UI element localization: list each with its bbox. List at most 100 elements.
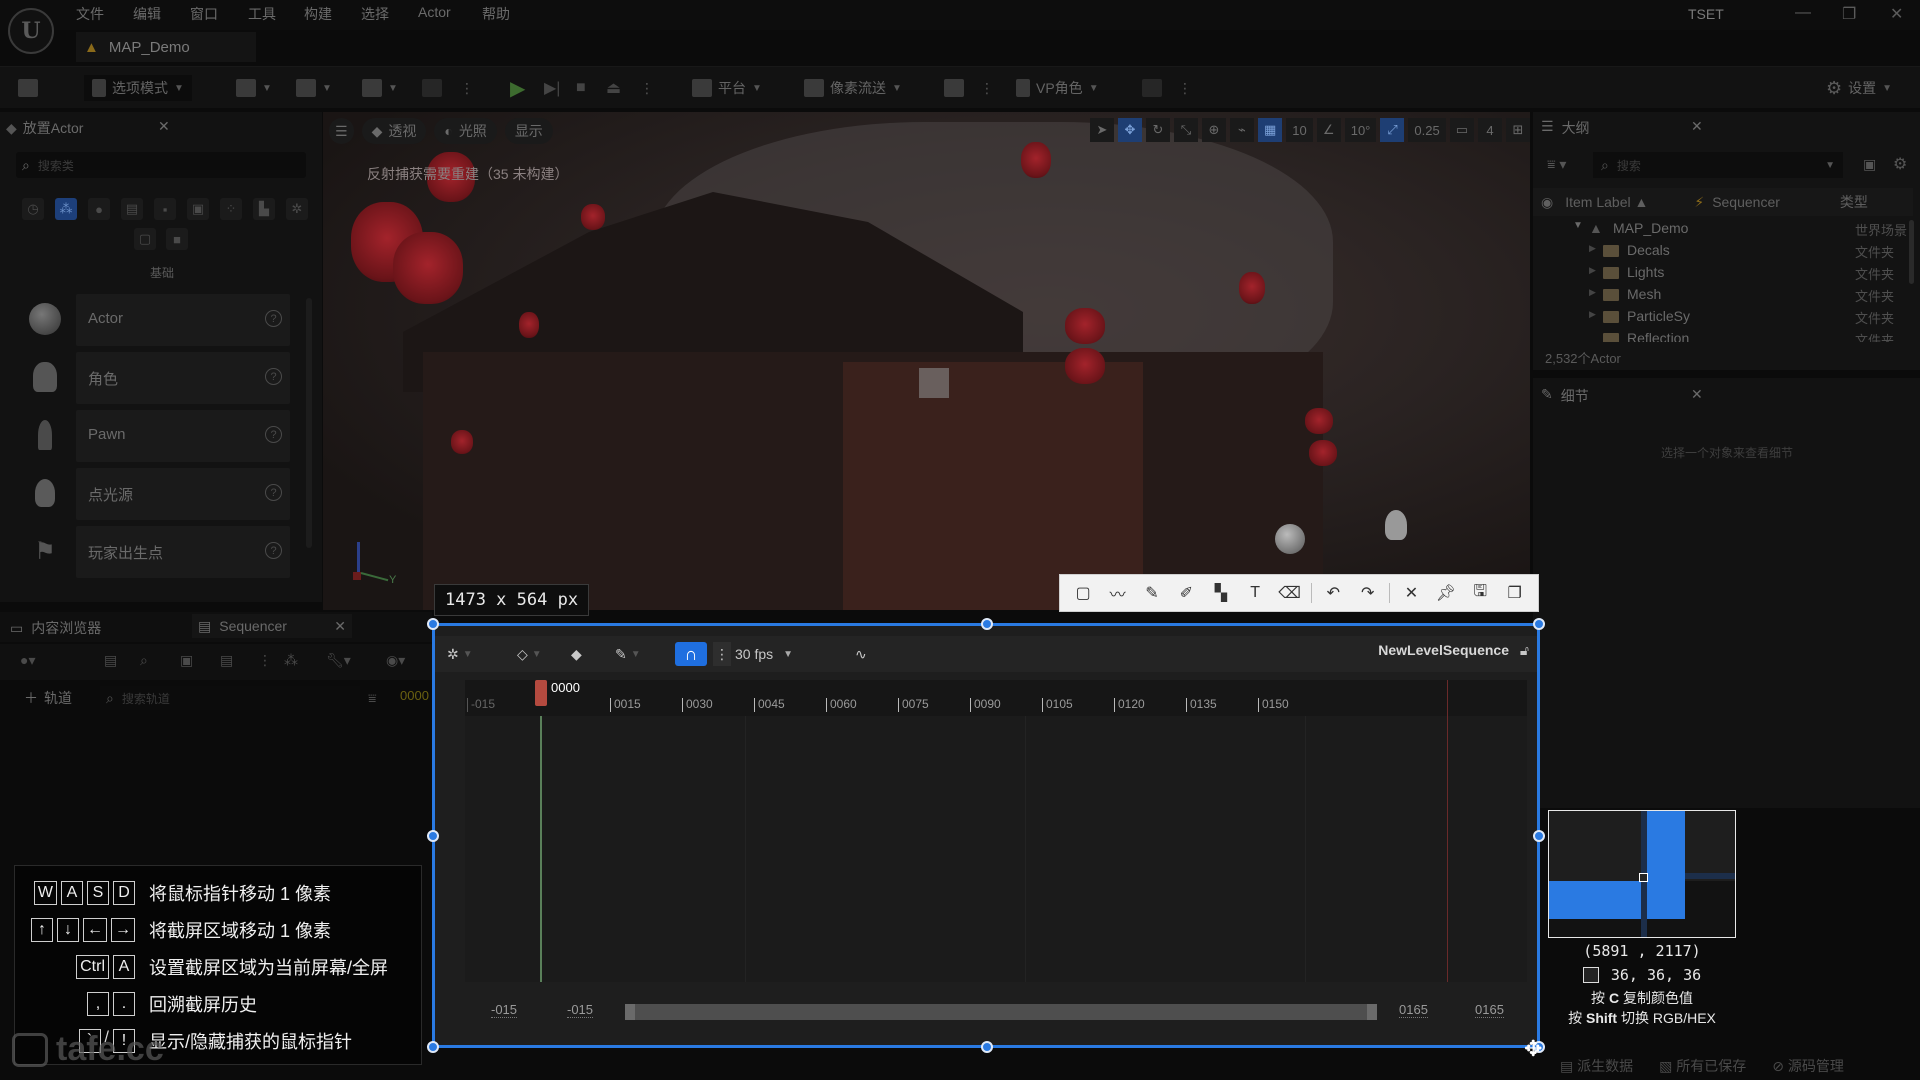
perspective-button[interactable]: ◆ 透视 bbox=[361, 118, 427, 144]
outliner-search[interactable]: ⌕ 搜索 ▼ bbox=[1593, 152, 1843, 178]
track-area[interactable] bbox=[465, 716, 1527, 982]
unreal-logo-icon[interactable]: U bbox=[8, 8, 54, 54]
mode-select[interactable]: 选项模式 ▼ bbox=[84, 75, 192, 101]
current-frame[interactable]: 0000 bbox=[400, 688, 429, 703]
timeline-scrollbar[interactable] bbox=[625, 1004, 1377, 1020]
grid-snap-icon[interactable]: ▦ bbox=[1257, 118, 1283, 142]
camera-speed-value[interactable]: 4 bbox=[1478, 118, 1502, 142]
lit-button[interactable]: ◐ 光照 bbox=[434, 118, 497, 144]
scale-snap-icon[interactable]: ⤢ bbox=[1380, 118, 1405, 142]
expand-icon[interactable]: ▶ bbox=[1589, 287, 1596, 298]
viewport-menu-button[interactable]: ☰ bbox=[329, 118, 354, 144]
level-tab[interactable]: ▲ MAP_Demo bbox=[76, 32, 256, 62]
key-type-button[interactable]: ◇ ▼ bbox=[517, 642, 542, 666]
place-actors-search[interactable]: ⌕ 搜索类 bbox=[16, 152, 306, 178]
undo-icon[interactable]: ↶ bbox=[1320, 583, 1346, 603]
layout-button[interactable] bbox=[1142, 75, 1162, 101]
rotate-icon[interactable]: ↻ bbox=[1145, 118, 1170, 142]
modeling-button[interactable] bbox=[422, 75, 442, 101]
redo-icon[interactable]: ↷ bbox=[1355, 583, 1381, 603]
lock-icon[interactable]: 🔓︎ bbox=[1520, 642, 1529, 659]
menu-edit[interactable]: 编辑 bbox=[133, 4, 161, 24]
angle-snap-icon[interactable]: ∠ bbox=[1316, 118, 1341, 142]
resize-handle-top[interactable] bbox=[981, 618, 993, 630]
camera-actor-icon[interactable] bbox=[919, 368, 949, 398]
close-icon[interactable]: ✕ bbox=[334, 618, 346, 635]
blueprint-button[interactable]: ▼ bbox=[296, 75, 332, 101]
all-classes-icon[interactable]: ▙ bbox=[253, 198, 275, 220]
cinematics-button[interactable]: ▼ bbox=[362, 75, 398, 101]
menu-build[interactable]: 构建 bbox=[304, 4, 332, 24]
camera-icon[interactable]: ▣ bbox=[180, 652, 193, 669]
menu-select[interactable]: 选择 bbox=[361, 4, 389, 24]
play-options-icon[interactable]: ⋮ bbox=[640, 75, 654, 101]
resize-handle-bottom[interactable] bbox=[981, 1041, 993, 1053]
more-icon[interactable]: ⋮ bbox=[980, 75, 994, 101]
eraser-icon[interactable]: ⌫ bbox=[1277, 583, 1303, 603]
fps-select[interactable]: 30 fps ▼ bbox=[735, 642, 793, 666]
capture-selection[interactable]: ✲ ▼ ◇ ▼ ◆ ✎ ▼ ∩ ⋮ 30 fps ▼ ∿ NewLevelSequenc… bbox=[427, 618, 1545, 1053]
multi-user-button[interactable] bbox=[944, 75, 964, 101]
world-local-icon[interactable]: ⊕ bbox=[1201, 118, 1226, 142]
find-in-browser-icon[interactable]: ⌕ bbox=[140, 652, 148, 669]
details-tab[interactable]: ✎ 细节 bbox=[1541, 386, 1589, 406]
auto-key-button[interactable]: ✲ ▼ bbox=[447, 642, 473, 666]
outliner-tab[interactable]: ☰ 大纲 bbox=[1541, 118, 1590, 138]
resize-handle-right[interactable] bbox=[1533, 830, 1545, 842]
camera-speed-icon[interactable]: ▭ bbox=[1449, 118, 1474, 142]
view-range-start[interactable]: -015 bbox=[491, 1002, 518, 1018]
settings-button[interactable]: ⚙ 设置 ▼ bbox=[1826, 75, 1892, 101]
sequence-name[interactable]: NewLevelSequence bbox=[1378, 642, 1509, 658]
grid-snap-value[interactable]: 10 bbox=[1286, 118, 1313, 142]
curve-editor-button[interactable]: ∿ bbox=[855, 642, 867, 666]
tab-content-browser[interactable]: ▭ 内容浏览器 bbox=[10, 618, 101, 638]
scrollbar-left-handle[interactable] bbox=[625, 1004, 635, 1020]
edit-tool-button[interactable]: ✎ ▼ bbox=[615, 642, 641, 666]
actions-icon[interactable]: ⁂ bbox=[284, 652, 298, 669]
tree-row[interactable]: ▶ ParticleSy 文件夹 bbox=[1533, 306, 1913, 328]
menu-tools[interactable]: 工具 bbox=[248, 4, 276, 24]
render-icon[interactable]: ▤ bbox=[220, 652, 233, 669]
working-range-start[interactable]: -015 bbox=[567, 1002, 594, 1018]
actor-item[interactable]: Actor ? bbox=[0, 292, 300, 346]
visual-effects-icon[interactable]: ▪ bbox=[154, 198, 176, 220]
more-icon[interactable]: ⋮ bbox=[1178, 75, 1192, 101]
eject-button[interactable]: ⏏ bbox=[606, 75, 621, 101]
filter-icon[interactable]: ⩸ ▾ bbox=[1547, 156, 1566, 173]
marker-icon[interactable]: ✐ bbox=[1173, 583, 1199, 603]
resize-handle-left[interactable] bbox=[427, 830, 439, 842]
close-button[interactable]: ✕ bbox=[1890, 4, 1903, 24]
gear-icon[interactable]: ⚙ bbox=[1893, 154, 1907, 174]
save-icon[interactable]: 🖫 bbox=[1467, 580, 1493, 607]
vp-role-button[interactable]: VP角色 ▼ bbox=[1016, 75, 1099, 101]
expand-icon[interactable]: ▶ bbox=[1589, 265, 1596, 276]
stop-button[interactable]: ■ bbox=[576, 75, 586, 101]
eye-icon[interactable]: ◉▾ bbox=[386, 652, 405, 669]
source-control-button[interactable]: ⊘ 源码管理 bbox=[1772, 1056, 1844, 1076]
add-track-button[interactable]: ＋ 轨道 bbox=[24, 688, 72, 708]
expand-icon[interactable]: ▶ bbox=[1589, 309, 1596, 320]
track-search[interactable]: ⌕ 搜索轨道 bbox=[100, 686, 360, 710]
scale-icon[interactable]: ⤡ bbox=[1173, 118, 1198, 142]
filter-icon[interactable]: ⩸ bbox=[368, 690, 377, 707]
add-folder-icon[interactable]: ▣ bbox=[1863, 156, 1876, 173]
resize-handle-top-right[interactable] bbox=[1533, 618, 1545, 630]
pen-icon[interactable]: 〰 bbox=[1105, 581, 1131, 605]
sphere-actor-icon[interactable] bbox=[1275, 524, 1305, 554]
actor-item[interactable]: Pawn ? bbox=[0, 408, 300, 462]
derived-data-button[interactable]: ▤ 派生数据 bbox=[1560, 1056, 1633, 1076]
pin-icon[interactable]: 📌︎ bbox=[1433, 583, 1459, 603]
add-key-button[interactable]: ◆ bbox=[571, 642, 582, 666]
add-content-button[interactable]: ▼ bbox=[236, 75, 272, 101]
translate-icon[interactable]: ✥ bbox=[1117, 118, 1142, 142]
wrench-icon[interactable]: 🔧︎▾ bbox=[326, 652, 351, 669]
snap-toggle[interactable]: ∩ bbox=[675, 642, 707, 666]
play-button[interactable]: ▶ bbox=[510, 75, 525, 101]
tree-row[interactable]: ▶ Mesh 文件夹 bbox=[1533, 284, 1913, 306]
place-actors-tab[interactable]: ◆ 放置Actor bbox=[6, 118, 83, 138]
menu-help[interactable]: 帮助 bbox=[482, 4, 510, 24]
copy-icon[interactable]: ❐ bbox=[1502, 583, 1528, 603]
lights-icon[interactable]: ● bbox=[88, 198, 110, 220]
actor-item[interactable]: 角色 ? bbox=[0, 350, 300, 404]
more-icon[interactable]: ⋮ bbox=[460, 75, 474, 101]
